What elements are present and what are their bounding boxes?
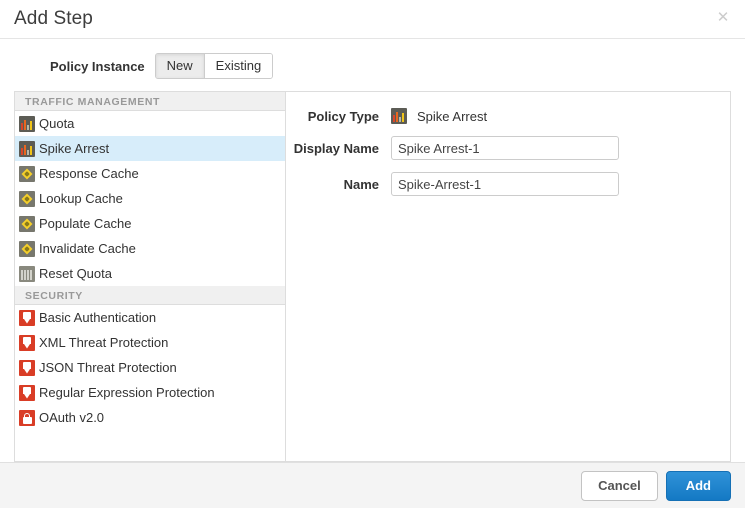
list-item-label: Populate Cache xyxy=(39,216,132,231)
list-item-quota[interactable]: Quota xyxy=(15,111,285,136)
list-item-basic-authentication[interactable]: Basic Authentication xyxy=(15,305,285,330)
shield-icon xyxy=(19,360,35,376)
bars-chart-icon xyxy=(19,116,35,132)
shield-icon xyxy=(19,335,35,351)
list-group-header: TRAFFIC MANAGEMENT xyxy=(15,92,285,111)
policy-instance-label: Policy Instance xyxy=(50,59,145,74)
page-title: Add Step xyxy=(14,8,93,30)
diamond-icon xyxy=(19,166,35,182)
policy-type-name: Spike Arrest xyxy=(417,109,487,124)
list-item-label: Response Cache xyxy=(39,166,139,181)
policy-list[interactable]: TRAFFIC MANAGEMENT Quota Spike Arrest Respo… xyxy=(14,91,285,462)
list-item-label: Quota xyxy=(39,116,74,131)
list-item-label: Invalidate Cache xyxy=(39,241,136,256)
shield-icon xyxy=(19,310,35,326)
close-icon[interactable]: ✕ xyxy=(714,9,732,27)
policy-instance-row: Policy Instance New Existing xyxy=(0,39,745,91)
list-item-json-threat-protection[interactable]: JSON Threat Protection xyxy=(15,355,285,380)
bars-chart-icon xyxy=(19,141,35,157)
list-item-invalidate-cache[interactable]: Invalidate Cache xyxy=(15,236,285,261)
bars-chart-icon xyxy=(391,108,407,124)
list-item-lookup-cache[interactable]: Lookup Cache xyxy=(15,186,285,211)
dialog-footer: Cancel Add xyxy=(0,462,745,508)
list-group-header: SECURITY xyxy=(15,286,285,305)
display-name-row: Display Name xyxy=(286,136,730,160)
list-item-populate-cache[interactable]: Populate Cache xyxy=(15,211,285,236)
name-label: Name xyxy=(286,177,391,192)
list-item-label: OAuth v2.0 xyxy=(39,410,104,425)
diamond-icon xyxy=(19,191,35,207)
policy-type-row: Policy Type Spike Arrest xyxy=(286,108,730,124)
list-item-xml-threat-protection[interactable]: XML Threat Protection xyxy=(15,330,285,355)
list-item-label: XML Threat Protection xyxy=(39,335,168,350)
policy-instance-new-button[interactable]: New xyxy=(156,54,205,78)
policy-instance-toggle-group: New Existing xyxy=(155,53,274,79)
list-item-label: Spike Arrest xyxy=(39,141,109,156)
list-item-regular-expression-protection[interactable]: Regular Expression Protection xyxy=(15,380,285,405)
list-item-oauth-v2-0[interactable]: OAuth v2.0 xyxy=(15,405,285,430)
list-item-label: JSON Threat Protection xyxy=(39,360,177,375)
name-row: Name xyxy=(286,172,730,196)
lock-icon xyxy=(19,410,35,426)
display-name-label: Display Name xyxy=(286,141,391,156)
list-item-response-cache[interactable]: Response Cache xyxy=(15,161,285,186)
policy-instance-existing-button[interactable]: Existing xyxy=(205,54,273,78)
add-button[interactable]: Add xyxy=(666,471,731,501)
list-item-label: Basic Authentication xyxy=(39,310,156,325)
dialog-body: TRAFFIC MANAGEMENT Quota Spike Arrest Respo… xyxy=(0,91,745,462)
diamond-icon xyxy=(19,241,35,257)
diamond-icon xyxy=(19,216,35,232)
list-item-label: Lookup Cache xyxy=(39,191,123,206)
list-item-label: Reset Quota xyxy=(39,266,112,281)
shield-icon xyxy=(19,385,35,401)
cancel-button[interactable]: Cancel xyxy=(581,471,658,501)
bars-gray-icon xyxy=(19,266,35,282)
name-input[interactable] xyxy=(391,172,619,196)
add-step-dialog: Add Step ✕ Policy Instance New Existing … xyxy=(0,0,745,508)
policy-type-value: Spike Arrest xyxy=(391,108,487,124)
policy-detail-pane: Policy Type Spike Arrest Display Name Na… xyxy=(285,91,731,462)
dialog-header: Add Step ✕ xyxy=(0,0,745,39)
display-name-input[interactable] xyxy=(391,136,619,160)
list-item-label: Regular Expression Protection xyxy=(39,385,215,400)
list-item-spike-arrest[interactable]: Spike Arrest xyxy=(15,136,285,161)
list-item-reset-quota[interactable]: Reset Quota xyxy=(15,261,285,286)
policy-type-label: Policy Type xyxy=(286,109,391,124)
